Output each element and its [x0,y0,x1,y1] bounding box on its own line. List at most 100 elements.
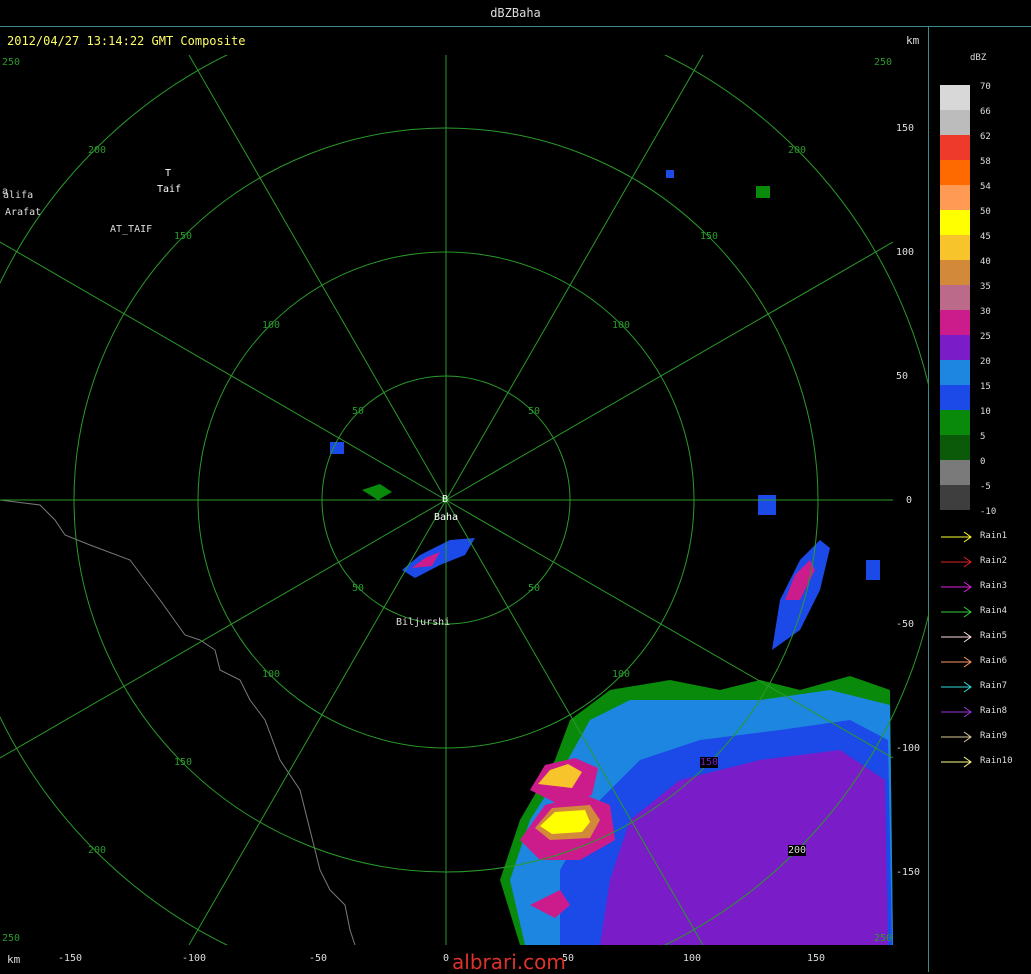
echo-west [362,484,392,500]
rain-legend-item: Rain2 [940,556,1020,570]
x-tick-label: -150 [57,953,83,964]
ring-label: 150 [174,757,193,768]
ring-label: 50 [528,583,541,594]
legend-value-label: 45 [980,232,991,242]
rain-legend-label: Rain2 [980,556,1008,566]
halifa-label: alifa [3,190,34,201]
legend-value-label: 20 [980,357,991,367]
ring-label: 200 [788,845,807,856]
x-tick-label: 100 [682,953,702,964]
rain-legend-label: Rain10 [980,756,1013,766]
legend-value-label: 62 [980,132,991,142]
arrow-right-icon [941,556,972,568]
rain-legend-label: Rain8 [980,706,1008,716]
legend-swatch [940,110,970,135]
arafat-label: Arafat [5,207,42,218]
radar-map[interactable] [0,55,929,945]
legend-swatch [940,285,970,310]
window-title: dBZBaha [0,0,1031,27]
rain-legend-label: Rain7 [980,681,1008,691]
ring-label: 50 [352,406,365,417]
legend-swatch [940,310,970,335]
precip-echoes [330,170,893,945]
legend-swatch [940,260,970,285]
legend-swatch [940,410,970,435]
echo-cell-a [758,495,776,515]
arrow-right-icon [941,631,972,643]
legend-value-label: 40 [980,257,991,267]
rain-legend-label: Rain1 [980,531,1008,541]
legend-value-label: 70 [980,82,991,92]
arrow-right-icon [941,656,972,668]
legend-swatch [940,360,970,385]
ring-label: 250 [874,57,893,68]
legend-value-label: -10 [980,507,997,517]
ring-label: 100 [262,669,281,680]
watermark: albrari.com [452,950,566,974]
legend-swatch [940,460,970,485]
rain-legend-item: Rain6 [940,656,1020,670]
rain-legend-item: Rain5 [940,631,1020,645]
legend-swatch [940,85,970,110]
km-unit-label-top: km [906,34,920,47]
station-marker: B [442,494,449,505]
legend-value-label: 10 [980,407,991,417]
legend-swatch [940,135,970,160]
legend-swatch [940,210,970,235]
x-tick-label: -50 [308,953,328,964]
arrow-right-icon [941,581,972,593]
taif-marker: T [165,168,172,179]
ring-label: 250 [874,933,893,944]
echo-cell-d [666,170,674,178]
ring-label: 100 [612,669,631,680]
y-tick-label: 100 [896,247,915,258]
arrow-right-icon [941,706,972,718]
km-unit-label-bottom: km [7,953,21,966]
ring-label: 250 [2,933,21,944]
ring-label: 200 [88,145,107,156]
legend-swatch [940,160,970,185]
arrow-right-icon [941,531,972,543]
at-taif-label: AT_TAIF [110,224,153,235]
coastline [0,499,356,945]
rain-legend-label: Rain3 [980,581,1008,591]
legend-swatch [940,385,970,410]
y-tick-label: -50 [896,619,915,630]
ring-label: 50 [352,583,365,594]
ring-label: 100 [262,320,281,331]
timestamp-label: 2012/04/27 13:14:22 GMT Composite [7,34,246,48]
ring-label: 50 [528,406,541,417]
legend-value-label: 66 [980,107,991,117]
rain-legend-item: Rain4 [940,606,1020,620]
legend-swatch [940,435,970,460]
arrow-right-icon [941,756,972,768]
legend-swatch [940,235,970,260]
rain-legend-item: Rain7 [940,681,1020,695]
legend-value-label: 50 [980,207,991,217]
legend-value-label: 35 [980,282,991,292]
legend-value-label: 30 [980,307,991,317]
legend-value-label: 0 [980,457,986,467]
taif-label: Taif [157,184,182,195]
ring-label: 250 [2,57,21,68]
arrow-right-icon [941,606,972,618]
x-tick-label: -100 [181,953,207,964]
y-tick-label: 50 [896,371,909,382]
legend-swatch [940,485,970,510]
rain-legend-label: Rain5 [980,631,1008,641]
rain-legend-item: Rain10 [940,756,1020,770]
y-tick-label: 0 [906,495,913,506]
station-label: Baha [434,512,459,523]
ring-label: 150 [700,757,719,768]
y-tick-label: 150 [896,123,915,134]
legend-swatch [940,185,970,210]
rain-legend-item: Rain8 [940,706,1020,720]
y-tick-label: -150 [896,867,921,878]
arrow-right-icon [941,681,972,693]
echo-cell-c [756,186,770,198]
legend-value-label: 15 [980,382,991,392]
legend-title: dBZ [970,53,987,63]
rain-legend-item: Rain9 [940,731,1020,745]
rain-legend-label: Rain9 [980,731,1008,741]
legend-value-label: 54 [980,182,991,192]
